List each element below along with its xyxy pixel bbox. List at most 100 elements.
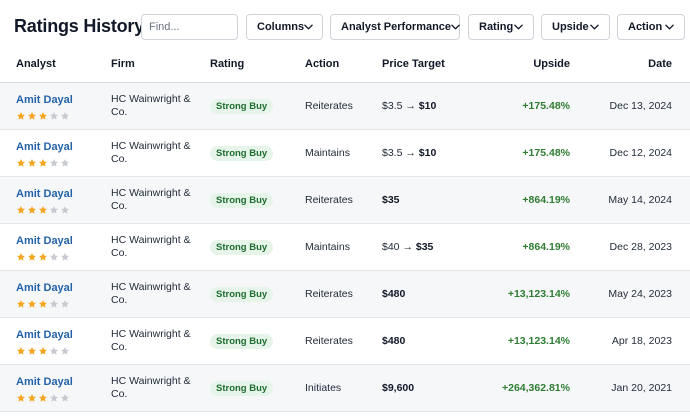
star-empty-icon [60,343,70,355]
table-row[interactable]: Amit Dayal HC Wainwright & Co. Strong Buy R… [0,318,690,365]
star-filled-icon [27,108,37,120]
column-header-firm[interactable]: Firm [111,58,135,70]
chevron-down-icon [589,22,599,32]
upside-dropdown-label: Upside [552,21,589,33]
star-empty-icon [60,202,70,214]
star-filled-icon [38,343,48,355]
star-filled-icon [16,108,26,120]
table-row[interactable]: Amit Dayal HC Wainwright & Co. Strong Buy M… [0,130,690,177]
rating-date: May 24, 2023 [608,288,672,300]
column-header-price-target[interactable]: Price Target [382,58,445,70]
firm-name: HC Wainwright & Co. [111,281,191,306]
rating-date: May 14, 2024 [608,194,672,206]
star-empty-icon [49,343,59,355]
rating-date: Dec 12, 2024 [609,147,672,159]
price-target-new: $10 [418,147,437,159]
column-header-action[interactable]: Action [305,58,339,70]
rating-date: Dec 28, 2023 [609,241,672,253]
analyst-star-rating [16,202,70,214]
analyst-name-link[interactable]: Amit Dayal [16,141,73,153]
analyst-name-link[interactable]: Amit Dayal [16,329,73,341]
firm-name: HC Wainwright & Co. [111,234,191,259]
rating-badge: Strong Buy [210,334,274,349]
star-empty-icon [49,390,59,402]
star-filled-icon [16,202,26,214]
page-title: Ratings History [14,16,145,36]
rating-badge: Strong Buy [210,99,274,114]
price-target-old: $40 [382,241,400,253]
table-row[interactable]: Amit Dayal HC Wainwright & Co. Strong Buy R… [0,83,690,130]
star-filled-icon [38,249,48,261]
upside-value: +175.48% [522,147,570,159]
action-text: Reiterates [305,100,353,112]
analyst-star-rating [16,390,70,402]
action-text: Reiterates [305,335,353,347]
upside-value: +864.19% [522,194,570,206]
firm-name: HC Wainwright & Co. [111,140,191,165]
rating-badge: Strong Buy [210,287,274,302]
star-filled-icon [38,390,48,402]
analyst-name-link[interactable]: Amit Dayal [16,94,73,106]
table-row[interactable]: Amit Dayal HC Wainwright & Co. Strong Buy I… [0,365,690,412]
star-filled-icon [27,249,37,261]
column-header-date[interactable]: Date [648,58,672,70]
analyst-performance-dropdown[interactable]: Analyst Performance [330,14,460,40]
chevron-down-icon [664,22,674,32]
action-text: Reiterates [305,194,353,206]
price-target-new: $9,600 [382,382,415,394]
star-empty-icon [60,108,70,120]
search-input[interactable] [141,14,238,40]
analyst-performance-dropdown-label: Analyst Performance [341,21,452,33]
column-header-analyst[interactable]: Analyst [16,58,56,70]
rating-date: Dec 13, 2024 [609,100,672,112]
star-empty-icon [49,155,59,167]
arrow-right-icon: → [402,147,419,159]
firm-name: HC Wainwright & Co. [111,328,191,353]
table-row[interactable]: Amit Dayal HC Wainwright & Co. Strong Buy R… [0,177,690,224]
analyst-name-link[interactable]: Amit Dayal [16,376,73,388]
action-dropdown-label: Action [628,21,663,33]
price-target: $40 → $35 [382,241,433,253]
table-header: Analyst Firm Rating Action Price Target … [0,50,690,83]
star-filled-icon [16,249,26,261]
star-empty-icon [60,155,70,167]
star-filled-icon [16,343,26,355]
rating-badge: Strong Buy [210,381,274,396]
rating-badge: Strong Buy [210,240,274,255]
chevron-down-icon [451,22,460,32]
price-target: $35 [382,194,400,206]
analyst-name-link[interactable]: Amit Dayal [16,282,73,294]
action-text: Maintains [305,241,350,253]
columns-dropdown[interactable]: Columns [246,14,323,40]
analyst-name-link[interactable]: Amit Dayal [16,235,73,247]
table-body: Amit Dayal HC Wainwright & Co. Strong Buy R… [0,83,690,412]
rating-dropdown[interactable]: Rating [468,14,534,40]
rating-badge: Strong Buy [210,146,274,161]
star-filled-icon [38,155,48,167]
star-filled-icon [38,108,48,120]
action-dropdown[interactable]: Action [617,14,685,40]
star-filled-icon [27,296,37,308]
firm-name: HC Wainwright & Co. [111,93,191,118]
upside-value: +13,123.14% [507,335,570,347]
upside-dropdown[interactable]: Upside [541,14,610,40]
price-target: $9,600 [382,382,414,394]
analyst-star-rating [16,296,70,308]
table-row[interactable]: Amit Dayal HC Wainwright & Co. Strong Buy R… [0,271,690,318]
price-target-new: $10 [418,100,437,112]
star-empty-icon [49,108,59,120]
firm-name: HC Wainwright & Co. [111,187,191,212]
upside-value: +864.19% [522,241,570,253]
column-header-upside[interactable]: Upside [533,58,570,70]
rating-date: Jan 20, 2021 [611,382,672,394]
analyst-name-link[interactable]: Amit Dayal [16,188,73,200]
star-empty-icon [49,296,59,308]
rating-badge: Strong Buy [210,193,274,208]
star-filled-icon [16,296,26,308]
star-empty-icon [60,390,70,402]
table-row[interactable]: Amit Dayal HC Wainwright & Co. Strong Buy M… [0,224,690,271]
price-target: $3.5 → $10 [382,100,436,112]
firm-name: HC Wainwright & Co. [111,375,191,400]
analyst-star-rating [16,249,70,261]
column-header-rating[interactable]: Rating [210,58,244,70]
